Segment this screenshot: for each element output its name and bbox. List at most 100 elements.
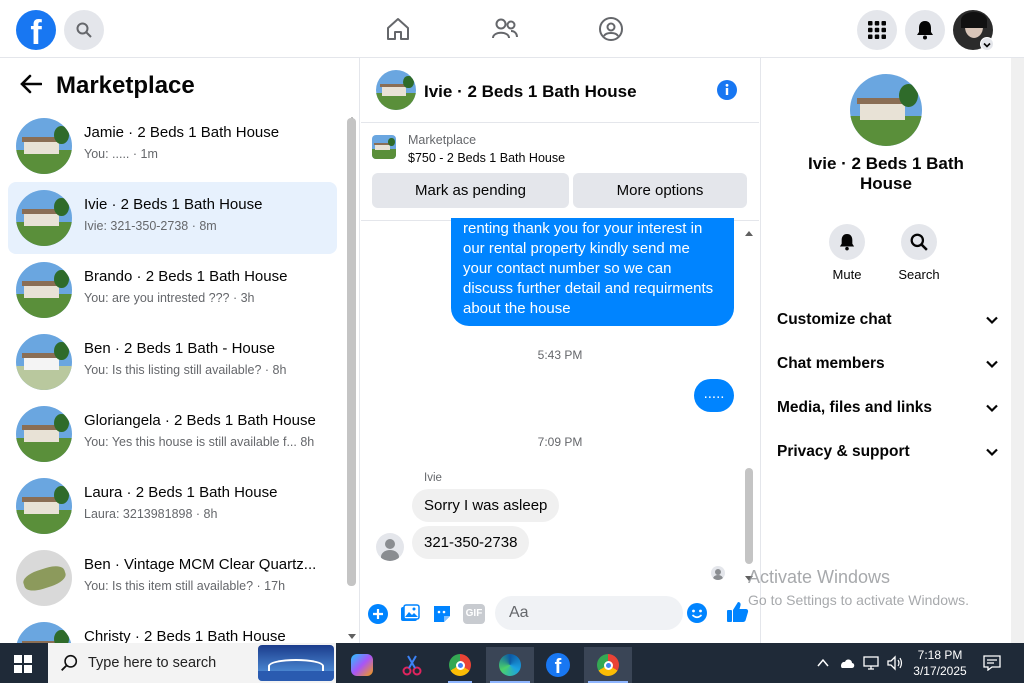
conversation-list-panel: Marketplace Jamie · 2 Beds 1 Bath House Y… xyxy=(0,58,360,643)
mute-button[interactable]: Mute xyxy=(817,224,877,282)
taskbar-clock[interactable]: 7:18 PM 3/17/2025 xyxy=(912,647,968,679)
windows-logo-icon xyxy=(14,655,32,673)
customize-chat-row[interactable]: Customize chat xyxy=(777,311,999,329)
chevron-down-icon xyxy=(986,316,998,325)
chevron-down-icon xyxy=(986,360,998,369)
network-icon[interactable] xyxy=(862,656,880,670)
thumbs-up-icon[interactable] xyxy=(726,600,750,624)
chat-details-panel: Ivie · 2 Beds 1 Bath House Mute Search C… xyxy=(760,58,1010,643)
listing-thumbnail[interactable] xyxy=(372,135,396,159)
volume-icon[interactable] xyxy=(886,655,904,671)
chat-title[interactable]: Ivie · 2 Beds 1 Bath House xyxy=(424,82,637,102)
message-input[interactable]: Aa xyxy=(495,596,683,630)
conversation-thumbnail xyxy=(16,262,72,318)
details-title: Ivie · 2 Beds 1 Bath House xyxy=(808,154,964,193)
windows-start-button[interactable] xyxy=(14,655,32,678)
copilot-app[interactable] xyxy=(342,647,382,683)
chevron-up-icon[interactable] xyxy=(816,657,830,669)
scissors-icon xyxy=(402,655,422,676)
chevron-down-icon xyxy=(986,448,998,457)
windows-taskbar: Type here to search f 7:18 PM 3/17/2025 xyxy=(0,643,1024,683)
scroll-down-arrow[interactable] xyxy=(347,628,357,643)
chat-header: Ivie · 2 Beds 1 Bath House xyxy=(361,58,759,123)
chat-scrollbar[interactable] xyxy=(745,468,753,564)
conversation-preview: Ivie: 321-350-2738 · 8m xyxy=(84,219,217,233)
media-files-links-row[interactable]: Media, files and links xyxy=(777,399,999,417)
edge-app[interactable] xyxy=(486,647,534,683)
outgoing-short-message[interactable]: ..... xyxy=(694,379,734,412)
chrome-profile-app[interactable] xyxy=(440,647,480,683)
conversation-name: Gloriangela · 2 Beds 1 Bath House xyxy=(84,412,316,429)
taskbar-date: 3/17/2025 xyxy=(913,664,967,678)
home-tab[interactable] xyxy=(383,14,413,44)
chat-scroll-up-arrow[interactable] xyxy=(744,224,754,242)
notification-center-icon[interactable] xyxy=(983,655,1001,671)
snipping-tool-app[interactable] xyxy=(392,647,432,683)
chat-avatar[interactable] xyxy=(376,70,416,110)
chat-members-row[interactable]: Chat members xyxy=(777,355,999,373)
conversation-preview: You: ..... · 1m xyxy=(84,147,158,161)
groups-icon xyxy=(599,17,623,41)
conversation-preview: You: Yes this house is still available f… xyxy=(84,435,315,449)
search-chat-button[interactable]: Search xyxy=(889,224,949,282)
info-icon[interactable] xyxy=(717,80,737,100)
conversation-name: Ben · Vintage MCM Clear Quartz... xyxy=(84,556,317,573)
taskbar-search-box[interactable]: Type here to search xyxy=(48,643,336,683)
conversation-item[interactable]: Christy · 2 Beds 1 Bath House xyxy=(8,614,337,643)
conversation-item[interactable]: Ivie · 2 Beds 1 Bath House Ivie: 321-350-… xyxy=(8,182,337,254)
row-label: Privacy & support xyxy=(777,443,910,460)
gif-icon[interactable]: GIF xyxy=(463,604,485,624)
sender-avatar[interactable] xyxy=(376,533,404,561)
marketplace-label: Marketplace xyxy=(408,133,477,147)
search-icon xyxy=(76,22,92,38)
account-chevron-icon[interactable] xyxy=(980,37,994,51)
conversation-preview: You: are you intrested ??? · 3h xyxy=(84,291,255,305)
message-composer: GIF Aa xyxy=(361,594,759,644)
seen-avatar xyxy=(711,566,725,580)
sticker-icon[interactable] xyxy=(432,604,452,624)
groups-tab[interactable] xyxy=(596,14,626,44)
incoming-message[interactable]: 321-350-2738 xyxy=(412,526,530,559)
conversation-item[interactable]: Ben · Vintage MCM Clear Quartz... You: Is… xyxy=(8,542,337,614)
conversation-thumbnail xyxy=(16,478,72,534)
photo-icon[interactable] xyxy=(400,604,420,624)
chrome-icon xyxy=(597,654,619,676)
conversation-item[interactable]: Gloriangela · 2 Beds 1 Bath House You: Ye… xyxy=(8,398,337,470)
activate-windows-watermark: Activate Windows xyxy=(748,567,891,587)
conversation-item[interactable]: Jamie · 2 Beds 1 Bath House You: ..... · … xyxy=(8,110,337,182)
menu-button[interactable] xyxy=(857,10,897,50)
notifications-button[interactable] xyxy=(905,10,945,50)
conversation-thumbnail xyxy=(16,118,72,174)
search-button[interactable] xyxy=(64,10,104,50)
sender-name: Ivie xyxy=(424,472,442,484)
mark-as-pending-button[interactable]: Mark as pending xyxy=(372,173,569,208)
more-options-button[interactable]: More options xyxy=(573,173,747,208)
incoming-message[interactable]: Sorry I was asleep xyxy=(412,489,560,522)
bell-icon xyxy=(839,234,855,251)
conversation-name: Jamie · 2 Beds 1 Bath House xyxy=(84,124,280,141)
taskbar-search-placeholder: Type here to search xyxy=(88,655,217,671)
facebook-logo[interactable]: f xyxy=(16,10,56,50)
search-label: Search xyxy=(898,267,940,282)
conversation-name: Ivie · 2 Beds 1 Bath House xyxy=(84,196,263,213)
marketplace-title: Marketplace xyxy=(56,72,195,99)
conversation-scrollbar[interactable] xyxy=(347,118,356,586)
chrome-app[interactable] xyxy=(584,647,632,683)
privacy-support-row[interactable]: Privacy & support xyxy=(777,443,999,461)
listing-title[interactable]: $750 - 2 Beds 1 Bath House xyxy=(408,151,565,165)
conversation-item[interactable]: Laura · 2 Beds 1 Bath House Laura: 321398… xyxy=(8,470,337,542)
emoji-icon[interactable] xyxy=(686,602,708,624)
plus-icon[interactable] xyxy=(368,604,388,624)
facebook-app[interactable]: f xyxy=(538,647,578,683)
details-avatar[interactable] xyxy=(850,74,922,146)
friends-tab[interactable] xyxy=(490,14,520,44)
taskbar-time: 7:18 PM xyxy=(917,648,963,662)
facebook-icon: f xyxy=(546,653,570,677)
page-scrollbar[interactable] xyxy=(1011,58,1024,643)
cloud-icon[interactable] xyxy=(838,656,856,670)
conversation-item[interactable]: Ben · 2 Beds 1 Bath - House You: Is this … xyxy=(8,326,337,398)
outgoing-message[interactable]: renting thank you for your interest in o… xyxy=(451,218,734,326)
copilot-icon xyxy=(351,654,373,676)
conversation-item[interactable]: Brando · 2 Beds 1 Bath House You: are you… xyxy=(8,254,337,326)
back-arrow-icon[interactable] xyxy=(20,74,42,94)
